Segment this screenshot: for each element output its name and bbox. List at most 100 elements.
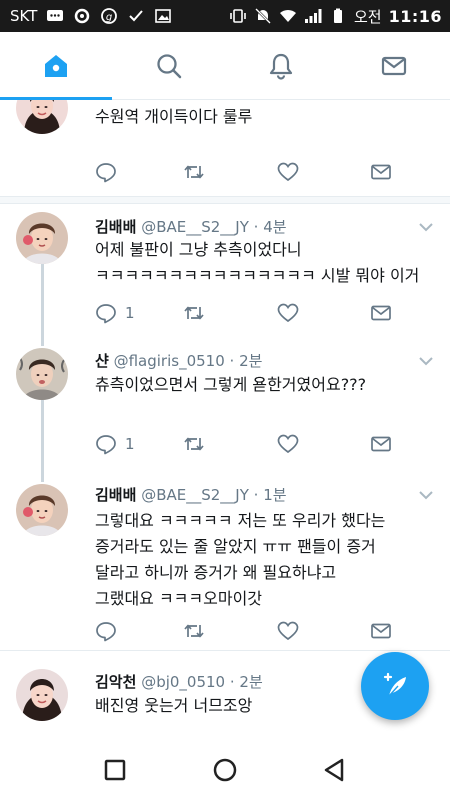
handle[interactable]: @BAE__S2__JY xyxy=(141,218,249,236)
mail-icon xyxy=(371,305,391,321)
tweet[interactable]: 수원역 개이득이다 룰루 xyxy=(0,100,450,196)
mail-icon xyxy=(381,56,406,75)
status-bar: SKT g 오전 11:16 xyxy=(0,0,450,32)
bell-icon xyxy=(270,53,293,80)
ampm-label: 오전 xyxy=(353,7,382,26)
clock: 11:16 xyxy=(388,6,442,26)
circle-icon xyxy=(73,8,91,24)
home-circle-icon xyxy=(213,758,237,782)
tweet-header: 샨 @flagiris_0510 · 2분 xyxy=(95,350,262,371)
tab-bar xyxy=(0,32,450,100)
svg-text:g: g xyxy=(106,12,112,23)
recents-button[interactable] xyxy=(95,750,135,790)
reply-count: 1 xyxy=(125,435,135,453)
display-name[interactable]: 김악천 xyxy=(95,673,136,691)
mute-icon xyxy=(254,8,272,24)
tweet-actions xyxy=(95,620,415,644)
display-name[interactable]: 샨 xyxy=(95,352,109,370)
avatar[interactable] xyxy=(16,348,68,400)
avatar[interactable] xyxy=(16,669,68,721)
conversation-separator xyxy=(0,196,450,204)
signal-icon xyxy=(304,8,322,24)
tweet[interactable]: 샨 @flagiris_0510 · 2분 츄측이었으면서 그렇게 욛한거였어요… xyxy=(0,336,450,480)
tweet-actions: 1 xyxy=(95,302,415,326)
tab-search[interactable] xyxy=(113,32,226,99)
reply-icon xyxy=(96,163,116,183)
reply-button[interactable]: 1 xyxy=(95,433,135,455)
tweet[interactable]: 김배배 @BAE__S2__JY · 1분 그렇대요 ㅋㅋㅋㅋㅋ 저는 또 우리… xyxy=(0,470,450,650)
tab-messages[interactable] xyxy=(338,32,450,99)
tweet-header: 김배배 @BAE__S2__JY · 4분 xyxy=(95,216,287,237)
retweet-button[interactable] xyxy=(183,161,205,183)
retweet-icon xyxy=(184,165,204,179)
dm-button[interactable] xyxy=(370,433,392,455)
timestamp: · 4분 xyxy=(253,218,287,236)
like-button[interactable] xyxy=(277,302,299,324)
chevron-down-icon[interactable] xyxy=(418,489,434,501)
handle[interactable]: @bj0_0510 xyxy=(141,673,225,691)
like-button[interactable] xyxy=(277,620,299,642)
tab-home[interactable] xyxy=(0,32,113,100)
display-name[interactable]: 김배배 xyxy=(95,218,136,236)
home-button[interactable] xyxy=(205,750,245,790)
thread-line xyxy=(41,336,44,346)
like-button[interactable] xyxy=(277,161,299,183)
home-icon xyxy=(45,54,68,77)
mail-icon xyxy=(371,623,391,639)
retweet-button[interactable] xyxy=(183,302,205,324)
timeline-feed[interactable]: 수원역 개이득이다 룰루 김배배 @BAE__S2__JY · 4분 어제 불판… xyxy=(0,100,450,740)
tweet-actions xyxy=(95,161,415,185)
chevron-down-icon[interactable] xyxy=(418,355,434,367)
tab-notifications[interactable] xyxy=(225,32,338,99)
back-icon xyxy=(324,758,344,782)
compose-tweet-button[interactable] xyxy=(361,652,429,720)
reply-icon xyxy=(96,304,116,324)
check-icon xyxy=(127,8,145,24)
tweet-header: 김배배 @BAE__S2__JY · 1분 xyxy=(95,484,287,505)
timestamp: · 2분 xyxy=(229,673,263,691)
avatar[interactable] xyxy=(16,484,68,536)
reply-button[interactable] xyxy=(95,161,117,183)
thread-line xyxy=(41,470,44,482)
g-icon: g xyxy=(100,8,118,24)
handle[interactable]: @flagiris_0510 xyxy=(114,352,225,370)
retweet-icon xyxy=(184,624,204,638)
handle[interactable]: @BAE__S2__JY xyxy=(141,486,249,504)
like-button[interactable] xyxy=(277,433,299,455)
reply-button[interactable] xyxy=(95,620,117,642)
tweet-actions: 1 xyxy=(95,433,415,457)
timestamp: · 1분 xyxy=(253,486,287,504)
system-navbar xyxy=(0,740,450,800)
avatar[interactable] xyxy=(16,100,68,134)
reply-button[interactable]: 1 xyxy=(95,302,135,324)
display-name[interactable]: 김배배 xyxy=(95,486,136,504)
heart-icon xyxy=(277,434,299,454)
tweet-text: 수원역 개이득이다 룰루 xyxy=(95,107,253,126)
back-button[interactable] xyxy=(315,750,355,790)
chevron-down-icon[interactable] xyxy=(418,221,434,233)
heart-icon xyxy=(277,621,299,641)
dm-button[interactable] xyxy=(370,302,392,324)
thread-line xyxy=(41,400,44,480)
thread-line xyxy=(41,264,44,344)
retweet-icon xyxy=(184,306,204,320)
reply-count: 1 xyxy=(125,304,135,322)
search-icon xyxy=(157,53,181,78)
reply-icon xyxy=(96,435,116,455)
dm-button[interactable] xyxy=(370,620,392,642)
compose-feather-icon xyxy=(383,672,406,697)
tweet-text: 어제 불판이 그냥 추측이었다니 ㅋㅋㅋㅋㅋㅋㅋㅋㅋㅋㅋㅋㅋㅋㅋ 시발 뭐야 이… xyxy=(95,240,420,285)
recents-icon xyxy=(104,759,126,781)
message-icon xyxy=(46,8,64,24)
tweet-text: 그렇대요 ㅋㅋㅋㅋㅋ 저는 또 우리가 했다는 증거라도 있는 줄 알았지 ㅠㅠ… xyxy=(95,511,386,608)
heart-icon xyxy=(277,303,299,323)
dm-button[interactable] xyxy=(370,161,392,183)
avatar[interactable] xyxy=(16,212,68,264)
retweet-button[interactable] xyxy=(183,620,205,642)
retweet-button[interactable] xyxy=(183,433,205,455)
retweet-icon xyxy=(184,437,204,451)
reply-icon xyxy=(96,622,116,642)
tweet[interactable]: 김배배 @BAE__S2__JY · 4분 어제 불판이 그냥 추측이었다니 ㅋ… xyxy=(0,204,450,344)
tweet-header: 김악천 @bj0_0510 · 2분 xyxy=(95,671,263,692)
heart-icon xyxy=(277,162,299,182)
